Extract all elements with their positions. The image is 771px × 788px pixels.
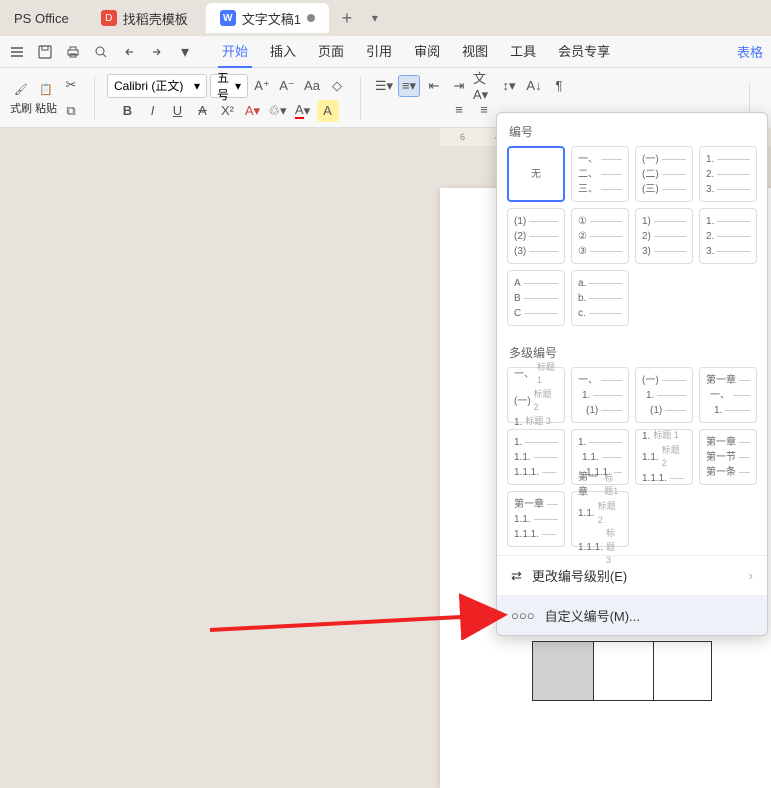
redo-icon[interactable]	[144, 39, 170, 65]
tab-member[interactable]: 会员专享	[554, 35, 614, 68]
tab-review[interactable]: 审阅	[410, 35, 444, 68]
numbering-num-dot[interactable]: 1. 2. 3.	[699, 146, 757, 202]
decrease-indent-button[interactable]: ⇤	[423, 75, 445, 97]
ml-option-10[interactable]: 第一章标题1 1.1.标题 2 1.1.1.标题 3	[571, 491, 629, 547]
increase-font-icon[interactable]: A⁺	[251, 75, 273, 97]
text-highlight-button[interactable]: A	[317, 100, 339, 122]
cut-icon[interactable]: ✂	[60, 74, 82, 96]
numbering-cjk[interactable]: 一、 二、 三、	[571, 146, 629, 202]
paste-button[interactable]: 📋 粘贴	[35, 80, 57, 116]
font-group: Calibri (正文)▾ 五号▾ A⁺ A⁻ Aa ◇ B I U A X² …	[103, 72, 352, 124]
format-brush-button[interactable]: 🖌 式刷	[10, 80, 32, 116]
custom-numbering-menu-item[interactable]: ○○○ 自定义编号(M)...	[497, 595, 767, 635]
strikethrough-button[interactable]: A	[192, 100, 214, 122]
ml-option-5[interactable]: 1. 1.1. 1.1.1.	[507, 429, 565, 485]
ml-option-8[interactable]: 第一章 第一节 第一条	[699, 429, 757, 485]
numbering-dropdown: 编号 无 一、 二、 三、 (一) (二) (三) 1. 2. 3. (1) (…	[496, 112, 768, 636]
italic-button[interactable]: I	[142, 100, 164, 122]
font-name-select[interactable]: Calibri (正文)▾	[107, 74, 207, 98]
font-color-button[interactable]: A▾	[292, 100, 314, 122]
ml-option-1[interactable]: 一、标题1 (一)标题 2 1.标题 3	[507, 367, 565, 423]
tab-document[interactable]: W 文字文稿1	[206, 3, 329, 33]
ml-option-7[interactable]: 1.标题 1 1.1.标题 2 1.1.1.	[635, 429, 693, 485]
numbering-alpha-lower[interactable]: a. b. c.	[571, 270, 629, 326]
add-tab-button[interactable]: +	[333, 4, 361, 32]
superscript-button[interactable]: X²	[217, 100, 239, 122]
copy-icon[interactable]: ⧉	[60, 100, 82, 122]
line-spacing-button[interactable]: ↕▾	[498, 75, 520, 97]
tab-label: 找稻壳模板	[123, 9, 188, 28]
save-icon[interactable]	[32, 39, 58, 65]
menu-icon[interactable]	[4, 39, 30, 65]
tab-page[interactable]: 页面	[314, 35, 348, 68]
ml-option-3[interactable]: (一) 1. (1)	[635, 367, 693, 423]
underline-button[interactable]: U	[167, 100, 189, 122]
paste-label: 粘贴	[35, 100, 57, 116]
highlight-button[interactable]: ♲▾	[267, 100, 289, 122]
undo-icon[interactable]	[116, 39, 142, 65]
change-case-icon[interactable]: Aa	[301, 75, 323, 97]
show-marks-button[interactable]: ¶	[548, 75, 570, 97]
numbering-circled[interactable]: ① ② ③	[571, 208, 629, 264]
ribbon-tabs: 开始 插入 页面 引用 审阅 视图 工具 会员专享	[218, 35, 614, 68]
numbering-paren-cjk[interactable]: (一) (二) (三)	[635, 146, 693, 202]
clipboard-group: 🖌 式刷 📋 粘贴 ✂ ⧉	[6, 72, 86, 124]
tab-label: PS Office	[14, 11, 69, 26]
menu-bar: ▾ 开始 插入 页面 引用 审阅 视图 工具 会员专享 表格	[0, 36, 771, 68]
panel-header-numbering: 编号	[497, 113, 767, 146]
tab-menu-button[interactable]: ▾	[361, 4, 389, 32]
numbering-none[interactable]: 无	[507, 146, 565, 202]
font-size-select[interactable]: 五号▾	[210, 74, 248, 98]
multilevel-grid: 一、标题1 (一)标题 2 1.标题 3 一、 1. (1) (一) 1. (1…	[497, 367, 767, 555]
preview-icon[interactable]	[88, 39, 114, 65]
number-list-button[interactable]: ≡▾	[398, 75, 420, 97]
tab-insert[interactable]: 插入	[266, 35, 300, 68]
change-level-menu-item[interactable]: ⇄ 更改编号级别(E) ›	[497, 555, 767, 595]
numbering-alpha-upper[interactable]: A B C	[507, 270, 565, 326]
template-icon: D	[101, 10, 117, 26]
ml-option-4[interactable]: 第一章 一、 1.	[699, 367, 757, 423]
paste-icon: 📋	[36, 80, 56, 100]
custom-numbering-label: 自定义编号(M)...	[545, 606, 640, 625]
list-level-icon: ⇄	[511, 568, 522, 584]
align-left-button[interactable]: ≡	[448, 99, 470, 121]
tab-bar: PS Office D 找稻壳模板 W 文字文稿1 + ▾	[0, 0, 771, 36]
tab-tools[interactable]: 工具	[506, 35, 540, 68]
clear-format-icon[interactable]: ◇	[326, 75, 348, 97]
bold-button[interactable]: B	[117, 100, 139, 122]
text-direction-button[interactable]: 文A▾	[473, 75, 495, 97]
tab-view[interactable]: 视图	[458, 35, 492, 68]
numbering-num-dot-b[interactable]: 1. 2. 3.	[699, 208, 757, 264]
print-icon[interactable]	[60, 39, 86, 65]
text-effects-button[interactable]: A▾	[242, 100, 264, 122]
tab-start[interactable]: 开始	[218, 35, 252, 68]
tab-label: 文字文稿1	[242, 9, 301, 28]
more-icon: ○○○	[511, 608, 535, 623]
table-preview	[532, 641, 712, 701]
modified-indicator-icon	[307, 14, 315, 22]
ruler-mark: 6	[460, 132, 465, 142]
decrease-font-icon[interactable]: A⁻	[276, 75, 298, 97]
bullet-list-button[interactable]: ☰▾	[373, 75, 395, 97]
ml-option-9[interactable]: 第一章 1.1. 1.1.1.	[507, 491, 565, 547]
tab-office[interactable]: PS Office	[0, 3, 83, 33]
tab-ref[interactable]: 引用	[362, 35, 396, 68]
numbering-paren-num-b[interactable]: 1) 2) 3)	[635, 208, 693, 264]
tab-template[interactable]: D 找稻壳模板	[87, 3, 202, 33]
ml-option-2[interactable]: 一、 1. (1)	[571, 367, 629, 423]
brush-icon: 🖌	[11, 80, 31, 100]
align-center-button[interactable]: ≡	[473, 99, 495, 121]
tab-table[interactable]: 表格	[733, 36, 767, 67]
change-level-label: 更改编号级别(E)	[532, 566, 627, 585]
sort-button[interactable]: A↓	[523, 75, 545, 97]
format-brush-label: 式刷	[10, 100, 32, 116]
numbering-grid: 无 一、 二、 三、 (一) (二) (三) 1. 2. 3. (1) (2) …	[497, 146, 767, 334]
word-icon: W	[220, 10, 236, 26]
increase-indent-button[interactable]: ⇥	[448, 75, 470, 97]
numbering-paren-num[interactable]: (1) (2) (3)	[507, 208, 565, 264]
dropdown-icon[interactable]: ▾	[172, 39, 198, 65]
chevron-right-icon: ›	[749, 568, 753, 583]
